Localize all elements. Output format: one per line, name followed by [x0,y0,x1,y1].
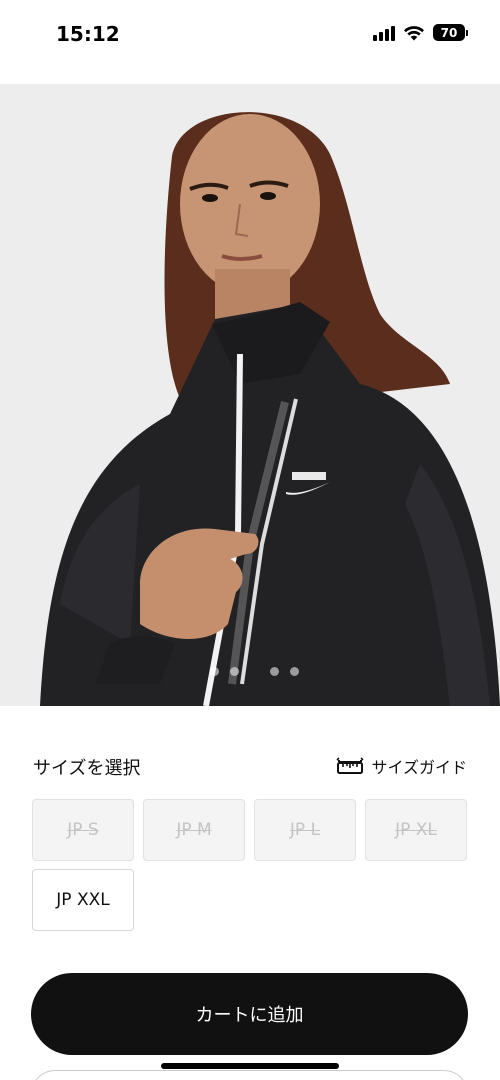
carousel-dot-active[interactable] [249,667,259,676]
home-indicator [161,1063,339,1069]
carousel-dot[interactable] [229,667,239,676]
size-guide-label: サイズガイド [371,758,467,777]
carousel-dots [0,667,500,676]
carousel-dot[interactable] [209,667,219,676]
ruler-icon [336,757,365,774]
product-photo-jacket-icon [0,84,500,706]
wifi-icon [404,25,424,40]
size-header: サイズを選択 サイズガイド [33,754,467,780]
add-to-cart-button[interactable]: カートに追加 [31,973,468,1055]
battery-icon: 70 [433,24,468,41]
carousel-dot[interactable] [289,667,299,676]
size-option-jp-xl[interactable]: JP XL [365,799,467,861]
size-option-jp-l[interactable]: JP L [254,799,356,861]
carousel-dot[interactable] [269,667,279,676]
cellular-signal-icon [373,25,395,41]
status-icons: 70 [373,24,468,41]
size-section-title: サイズを選択 [33,758,141,779]
status-time: 15:12 [56,22,120,46]
size-option-jp-s[interactable]: JP S [32,799,134,861]
secondary-button[interactable] [31,1070,468,1080]
size-option-jp-xxl[interactable]: JP XXL [32,869,134,931]
size-option-jp-m[interactable]: JP M [143,799,245,861]
product-image[interactable] [0,84,500,706]
size-guide-link[interactable]: サイズガイド [336,754,467,778]
battery-level: 70 [433,24,465,41]
status-bar: 15:12 70 [0,0,500,70]
